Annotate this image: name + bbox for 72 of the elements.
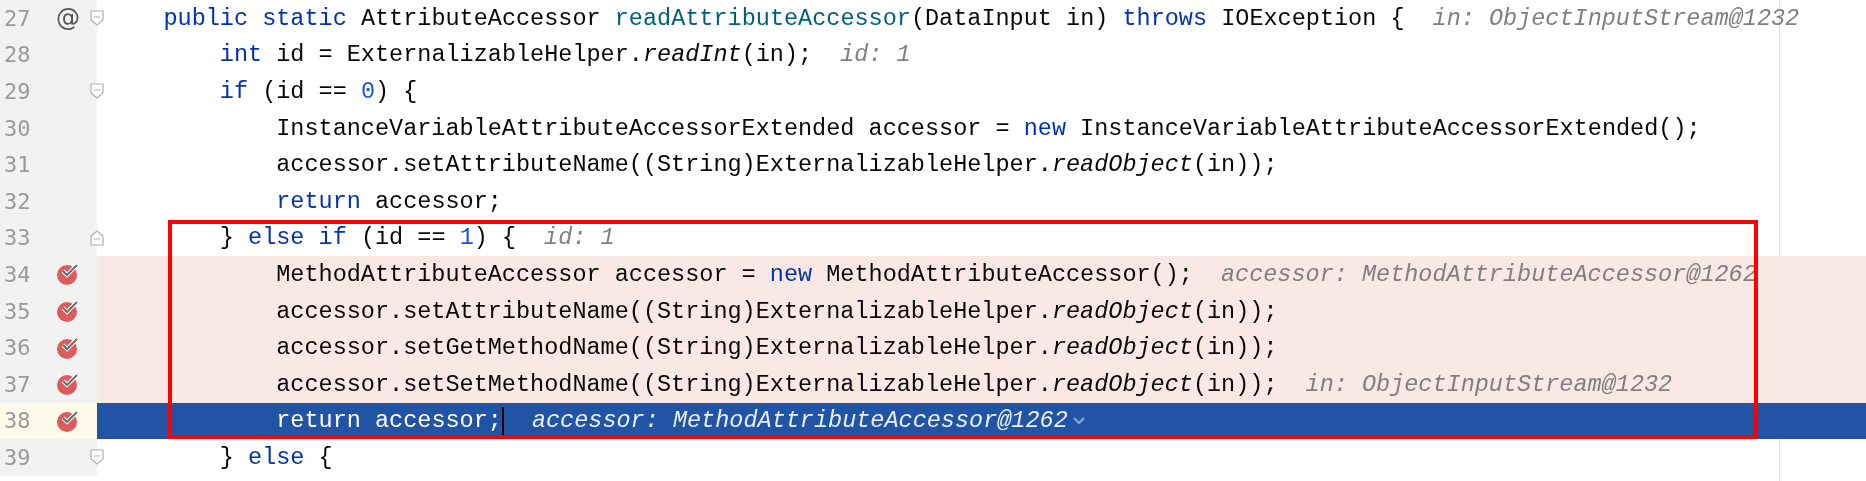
line-number: 38 [3,408,32,434]
keyword: int [219,41,263,69]
keyword: new [1023,114,1066,142]
code-text: (id == [262,78,347,105]
code-text: AttributeAccessor [360,4,601,32]
number-literal: 0 [360,78,375,105]
code-text: accessor.setSetMethodName((String)ExternalizableHelper. [276,370,1052,398]
line-number: 28 [3,42,32,68]
code-text: ) { [375,78,418,105]
code-text: } [219,224,234,252]
line-number: 30 [3,115,32,141]
breakpoint-icon[interactable] [56,299,80,324]
chevron-down-icon[interactable] [1071,415,1086,426]
code-text: accessor; [374,187,502,215]
line-number: 36 [3,335,32,361]
line-number: 32 [3,188,32,214]
number-literal: 1 [459,224,474,252]
code-text: accessor; [374,407,502,435]
line-number: 29 [3,79,32,104]
method-call: readObject [1051,334,1193,362]
code-text: (in)); [1192,334,1278,362]
code-text: (id == [360,224,446,252]
code-text: (in); [741,41,813,69]
keyword: return [276,187,361,215]
code-text: MethodAttributeAccessor accessor = [276,260,756,288]
method-call: readObject [1051,151,1193,179]
inline-debug-value: accessor: MethodAttributeAccessor@1262 [531,407,1068,435]
method-call: readObject [1051,370,1193,398]
keyword: else [248,443,305,471]
code-text: (in)); [1192,151,1278,179]
keyword: if [219,78,249,105]
breakpoint-icon[interactable] [56,408,80,433]
code-text: accessor.setAttributeName((String)ExternalizableHelper. [276,297,1052,325]
inline-debug-value: id: 1 [840,41,911,69]
line-number: 37 [3,371,32,397]
method-call: readInt [642,41,742,69]
method-call: readObject [1051,297,1193,325]
method-name: readAttributeAccessor [614,4,911,32]
line-number: 39 [3,444,32,470]
keyword: public [163,4,249,32]
inline-debug-value: in: ObjectInputStream@1232 [1432,4,1800,32]
inline-debug-value: in: ObjectInputStream@1232 [1305,370,1673,398]
keyword: throws [1122,4,1208,32]
code-text: } [219,443,234,471]
inline-debug-value: id: 1 [544,224,615,252]
keyword: return [276,407,361,435]
code-text: (in)); [1192,297,1278,325]
override-marker[interactable]: @ [56,4,80,33]
keyword: new [769,260,813,288]
line-number: 34 [3,261,32,287]
code-text: id = ExternalizableHelper. [276,41,643,69]
line-number: 31 [3,152,32,178]
code-text: (DataInput in) [910,4,1109,32]
code-text: InstanceVariableAttributeAccessorExtended accessor = [276,114,1010,142]
code-text: ) { [473,224,517,252]
line-number: 35 [3,298,32,324]
code-text: { [318,443,333,471]
keyword: static [262,4,347,32]
code-text: accessor.setGetMethodName((String)ExternalizableHelper. [276,334,1052,362]
code-text: MethodAttributeAccessor(); [826,260,1193,288]
line-number: 27 [3,5,32,31]
breakpoint-icon[interactable] [56,262,80,287]
keyword: if [318,224,347,252]
code-text: accessor.setAttributeName((String)ExternalizableHelper. [276,151,1052,179]
breakpoint-icon[interactable] [56,372,80,397]
breakpoint-icon[interactable] [56,335,80,360]
code-text: InstanceVariableAttributeAccessorExtended(); [1080,114,1701,142]
inline-debug-value: accessor: MethodAttributeAccessor@1262 [1220,260,1757,288]
code-text: (in)); [1192,370,1278,398]
code-text: IOException { [1221,4,1405,32]
keyword: else [248,224,305,252]
line-number: 33 [3,225,32,251]
